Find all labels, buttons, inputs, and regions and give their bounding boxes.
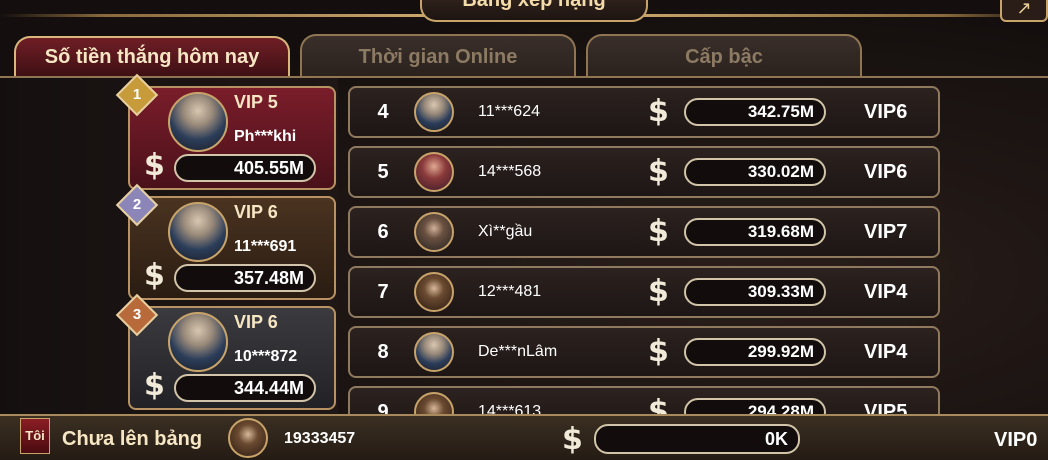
vip-level: VIP6 <box>864 161 908 183</box>
dollar-icon: $ <box>562 422 583 457</box>
winnings-amount: 309.33M <box>684 278 826 306</box>
rank-number: 7 <box>377 281 389 303</box>
dollar-icon: $ <box>648 334 669 369</box>
dollar-icon: $ <box>144 368 165 403</box>
tab-rank-level[interactable]: Cấp bậc <box>586 34 862 78</box>
rank-number: 4 <box>377 101 389 123</box>
top3-card-3[interactable]: 3 VIP 6 10***872 $ 344.44M <box>115 293 336 410</box>
avatar <box>414 152 454 192</box>
dollar-icon: $ <box>648 274 669 309</box>
leaderboard-row[interactable]: 6 Xì**gầu $ 319.68M VIP7 <box>348 206 940 258</box>
player-name: 11***624 <box>478 103 540 120</box>
rank-number: 6 <box>377 221 389 243</box>
vip-level: VIP 6 <box>234 202 278 222</box>
close-button[interactable]: ↗ <box>1000 0 1048 22</box>
my-winnings-amount: 0K <box>594 424 800 454</box>
avatar <box>168 92 228 152</box>
player-name: De***nLâm <box>478 343 558 360</box>
tab-today-winnings[interactable]: Số tiền thắng hôm nay <box>14 36 290 76</box>
winnings-amount: 357.48M <box>174 264 316 292</box>
page-title: Bảng xếp hạng <box>420 0 648 22</box>
winnings-amount: 299.92M <box>684 338 826 366</box>
winnings-amount: 344.44M <box>174 374 316 402</box>
leaderboard-window: Bảng xếp hạng ↗ Số tiền thắng hôm nay Th… <box>0 0 1048 460</box>
close-icon: ↗ <box>1016 0 1032 18</box>
dollar-icon: $ <box>144 148 165 183</box>
dollar-icon: $ <box>648 154 669 189</box>
rank-number: 5 <box>377 161 389 183</box>
player-name: 12***481 <box>478 283 542 300</box>
winnings-amount: 330.02M <box>684 158 826 186</box>
vip-level: VIP4 <box>864 281 908 303</box>
avatar <box>414 332 454 372</box>
player-name: 11***691 <box>234 238 297 255</box>
avatar <box>168 202 228 262</box>
avatar <box>414 92 454 132</box>
dollar-icon: $ <box>144 258 165 293</box>
winnings-amount: 342.75M <box>684 98 826 126</box>
vip-level: VIP4 <box>864 341 908 363</box>
player-name: Ph***khi <box>234 128 297 145</box>
vip-level: VIP 5 <box>234 92 278 112</box>
dollar-icon: $ <box>648 214 669 249</box>
dollar-icon: $ <box>648 94 669 129</box>
rank-number: 8 <box>377 341 389 363</box>
top3-card-2[interactable]: 2 VIP 6 11***691 $ 357.48M <box>115 183 336 300</box>
vip-level: VIP7 <box>864 221 908 243</box>
winnings-amount: 405.55M <box>174 154 316 182</box>
my-vip-level: VIP0 <box>994 429 1038 451</box>
leaderboard-row[interactable]: 4 11***624 $ 342.75M VIP6 <box>348 86 940 138</box>
vip-level: VIP6 <box>864 101 908 123</box>
my-rank-status: Chưa lên bảng <box>62 428 203 450</box>
player-name: 10***872 <box>234 348 298 365</box>
player-name: Xì**gầu <box>478 223 533 240</box>
avatar <box>414 212 454 252</box>
avatar <box>228 418 268 458</box>
vip-level: VIP 6 <box>234 312 278 332</box>
leaderboard-row[interactable]: 5 14***568 $ 330.02M VIP6 <box>348 146 940 198</box>
me-badge: Tôi <box>20 418 50 454</box>
tab-online-time[interactable]: Thời gian Online <box>300 34 576 78</box>
top3-card-1[interactable]: 1 VIP 5 Ph***khi $ 405.55M <box>115 73 336 190</box>
my-user-id: 19333457 <box>284 430 356 447</box>
my-rank-bar: Tôi Chưa lên bảng 19333457 $ 0K VIP0 <box>0 414 1048 460</box>
avatar <box>168 312 228 372</box>
leaderboard-row[interactable]: 8 De***nLâm $ 299.92M VIP4 <box>348 326 940 378</box>
leaderboard-row[interactable]: 7 12***481 $ 309.33M VIP4 <box>348 266 940 318</box>
avatar <box>414 272 454 312</box>
winnings-amount: 319.68M <box>684 218 826 246</box>
player-name: 14***568 <box>478 163 542 180</box>
